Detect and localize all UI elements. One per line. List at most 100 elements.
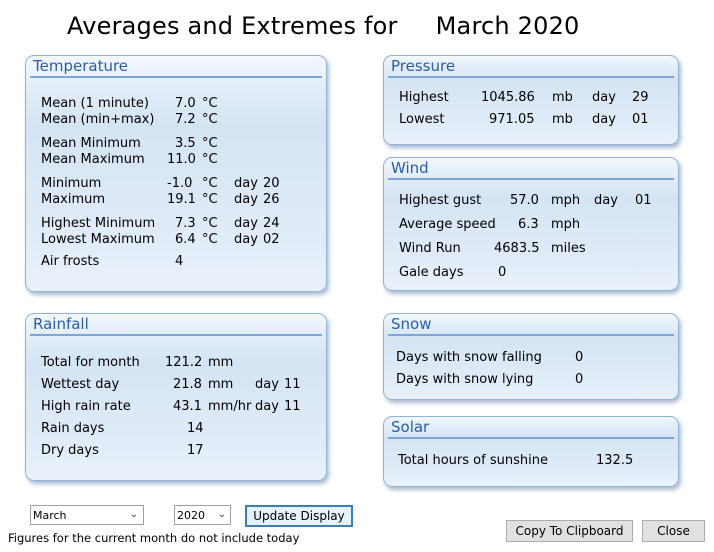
- pressure-title: Pressure: [391, 57, 456, 75]
- row-unit: °C: [202, 232, 218, 247]
- row-value: 0: [498, 265, 507, 280]
- row-value: 6.3: [518, 217, 539, 232]
- row-unit: mm/hr: [208, 399, 252, 414]
- row-value: 971.05: [489, 112, 535, 127]
- row-day-label: day: [255, 399, 279, 414]
- row-value: 4: [175, 254, 184, 269]
- copy-to-clipboard-button[interactable]: Copy To Clipboard: [506, 520, 633, 542]
- row-unit: °C: [202, 192, 218, 207]
- row-day-label: day: [234, 216, 258, 231]
- month-select[interactable]: March: [30, 505, 144, 525]
- row-value: 11.0: [167, 152, 196, 167]
- rainfall-panel: Rainfall Total for month 121.2 mm Wettes…: [25, 313, 327, 481]
- row-day: 20: [263, 176, 280, 191]
- row-value: 43.1: [173, 399, 202, 414]
- row-day-label: day: [234, 192, 258, 207]
- snow-title: Snow: [391, 315, 432, 333]
- row-value: 0: [575, 372, 584, 387]
- row-value: 21.8: [173, 377, 202, 392]
- row-label: Air frosts: [41, 254, 100, 269]
- row-label: Mean (min+max): [41, 112, 155, 127]
- page-title: Averages and Extremes for March 2020: [67, 12, 580, 40]
- row-unit: °C: [202, 216, 218, 231]
- row-day-label: day: [234, 176, 258, 191]
- row-label: Minimum: [41, 176, 102, 191]
- row-unit: mb: [552, 90, 573, 105]
- pressure-panel: Pressure Highest 1045.86 mb day 29 Lowes…: [383, 55, 679, 145]
- row-day-label: day: [594, 193, 618, 208]
- year-select[interactable]: 2020: [174, 505, 231, 525]
- panel-divider: [388, 76, 674, 78]
- row-label: Days with snow falling: [396, 350, 542, 365]
- panel-divider: [388, 334, 674, 336]
- row-unit: mph: [551, 217, 581, 232]
- row-label: Average speed: [399, 217, 496, 232]
- row-value: 132.5: [596, 453, 634, 468]
- row-value: 17: [187, 443, 204, 458]
- row-value: 57.0: [510, 193, 539, 208]
- temperature-panel: Temperature Mean (1 minute) 7.0 °C Mean …: [25, 55, 327, 292]
- row-value: 7.0: [175, 96, 196, 111]
- wind-title: Wind: [391, 159, 429, 177]
- row-value: 0: [575, 350, 584, 365]
- row-label: Mean Minimum: [41, 136, 141, 151]
- row-label: Total hours of sunshine: [398, 453, 548, 468]
- footnote: Figures for the current month do not inc…: [8, 531, 300, 545]
- row-label: Wind Run: [399, 241, 461, 256]
- row-label: High rain rate: [41, 399, 131, 414]
- row-label: Wettest day: [41, 377, 120, 392]
- row-day-label: day: [255, 377, 279, 392]
- row-day: 29: [632, 90, 649, 105]
- solar-title: Solar: [391, 418, 430, 436]
- solar-panel: Solar Total hours of sunshine 132.5: [383, 416, 679, 487]
- row-day-label: day: [234, 232, 258, 247]
- row-label: Highest Minimum: [41, 216, 156, 231]
- row-unit: °C: [202, 152, 218, 167]
- row-value: 4683.5: [494, 241, 540, 256]
- temperature-title: Temperature: [33, 57, 129, 75]
- temperature-row: Air frosts 4: [41, 254, 183, 314]
- row-day-label: day: [592, 90, 616, 105]
- row-unit: mm: [208, 355, 234, 370]
- row-unit: mph: [551, 193, 581, 208]
- close-button[interactable]: Close: [642, 520, 705, 542]
- row-value: 3.5: [175, 136, 196, 151]
- row-value: 1045.86: [481, 90, 535, 105]
- wind-panel: Wind Highest gust 57.0 mph day 01 Averag…: [383, 157, 679, 291]
- snow-panel: Snow Days with snow falling 0 Days with …: [383, 313, 679, 400]
- solar-row: Total hours of sunshine 132.5: [398, 453, 633, 513]
- rainfall-title: Rainfall: [33, 315, 89, 333]
- row-label: Gale days: [399, 265, 464, 280]
- row-unit: °C: [202, 176, 218, 191]
- row-unit: °C: [202, 96, 218, 111]
- panel-divider: [30, 334, 322, 336]
- rainfall-row: Dry days 17: [41, 443, 204, 503]
- row-value: -1.0: [167, 176, 193, 191]
- row-value: 7.2: [175, 112, 196, 127]
- row-label: Total for month: [41, 355, 140, 370]
- row-label: Mean (1 minute): [41, 96, 149, 111]
- row-unit: °C: [202, 136, 218, 151]
- row-value: 19.1: [167, 192, 196, 207]
- row-day-label: day: [592, 112, 616, 127]
- row-label: Dry days: [41, 443, 99, 458]
- panel-divider: [388, 437, 674, 439]
- row-day: 24: [263, 216, 280, 231]
- title-prefix: Averages and Extremes for: [67, 12, 398, 40]
- row-label: Maximum: [41, 192, 106, 207]
- row-unit: °C: [202, 112, 218, 127]
- row-label: Mean Maximum: [41, 152, 145, 167]
- title-period: March 2020: [435, 12, 580, 40]
- row-label: Lowest Maximum: [41, 232, 155, 247]
- row-label: Highest: [399, 90, 449, 105]
- row-day: 11: [284, 377, 301, 392]
- update-display-button[interactable]: Update Display: [245, 505, 353, 527]
- row-day: 01: [635, 193, 652, 208]
- row-unit: mm: [208, 377, 234, 392]
- row-label: Highest gust: [399, 193, 482, 208]
- row-label: Lowest: [399, 112, 445, 127]
- row-value: 121.2: [165, 355, 203, 370]
- row-unit: miles: [551, 241, 586, 256]
- row-value: 14: [187, 421, 204, 436]
- row-day: 02: [263, 232, 280, 247]
